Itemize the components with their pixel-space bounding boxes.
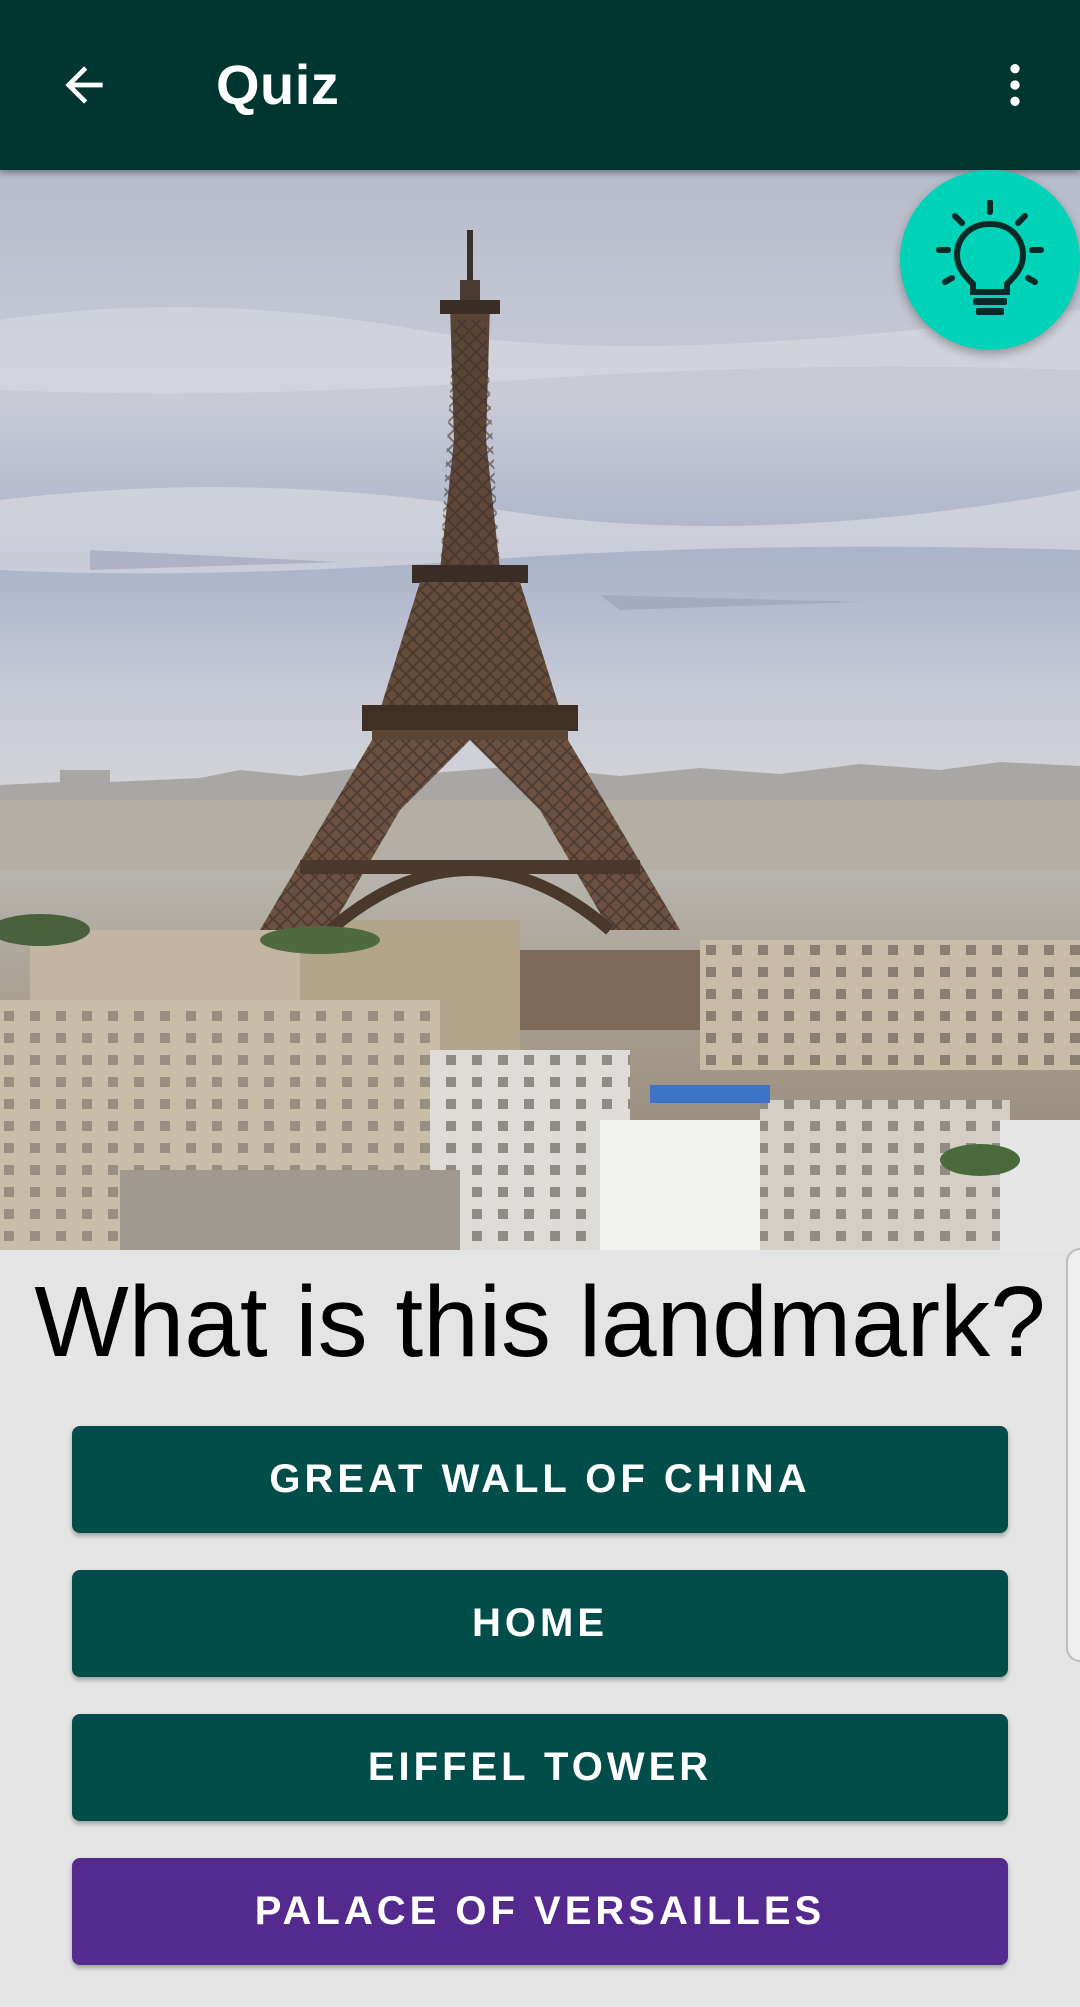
back-button[interactable]: [44, 45, 124, 125]
answer-button-4[interactable]: PALACE OF VERSAILLES: [72, 1858, 1008, 1965]
answer-button-3[interactable]: EIFFEL TOWER: [72, 1714, 1008, 1821]
landmark-image: [0, 170, 1080, 1250]
lightbulb-icon: [936, 200, 1044, 315]
answer-button-1[interactable]: GREAT WALL OF CHINA: [72, 1426, 1008, 1533]
answer-button-2[interactable]: HOME: [72, 1570, 1008, 1677]
question-text: What is this landmark?: [34, 1266, 1046, 1378]
hint-button[interactable]: [900, 170, 1080, 350]
page-title: Quiz: [216, 53, 340, 116]
more-vert-icon: [1010, 64, 1020, 106]
overflow-menu-button[interactable]: [985, 45, 1045, 125]
app-bar: Quiz: [0, 0, 1080, 170]
arrow-back-icon: [65, 66, 103, 104]
